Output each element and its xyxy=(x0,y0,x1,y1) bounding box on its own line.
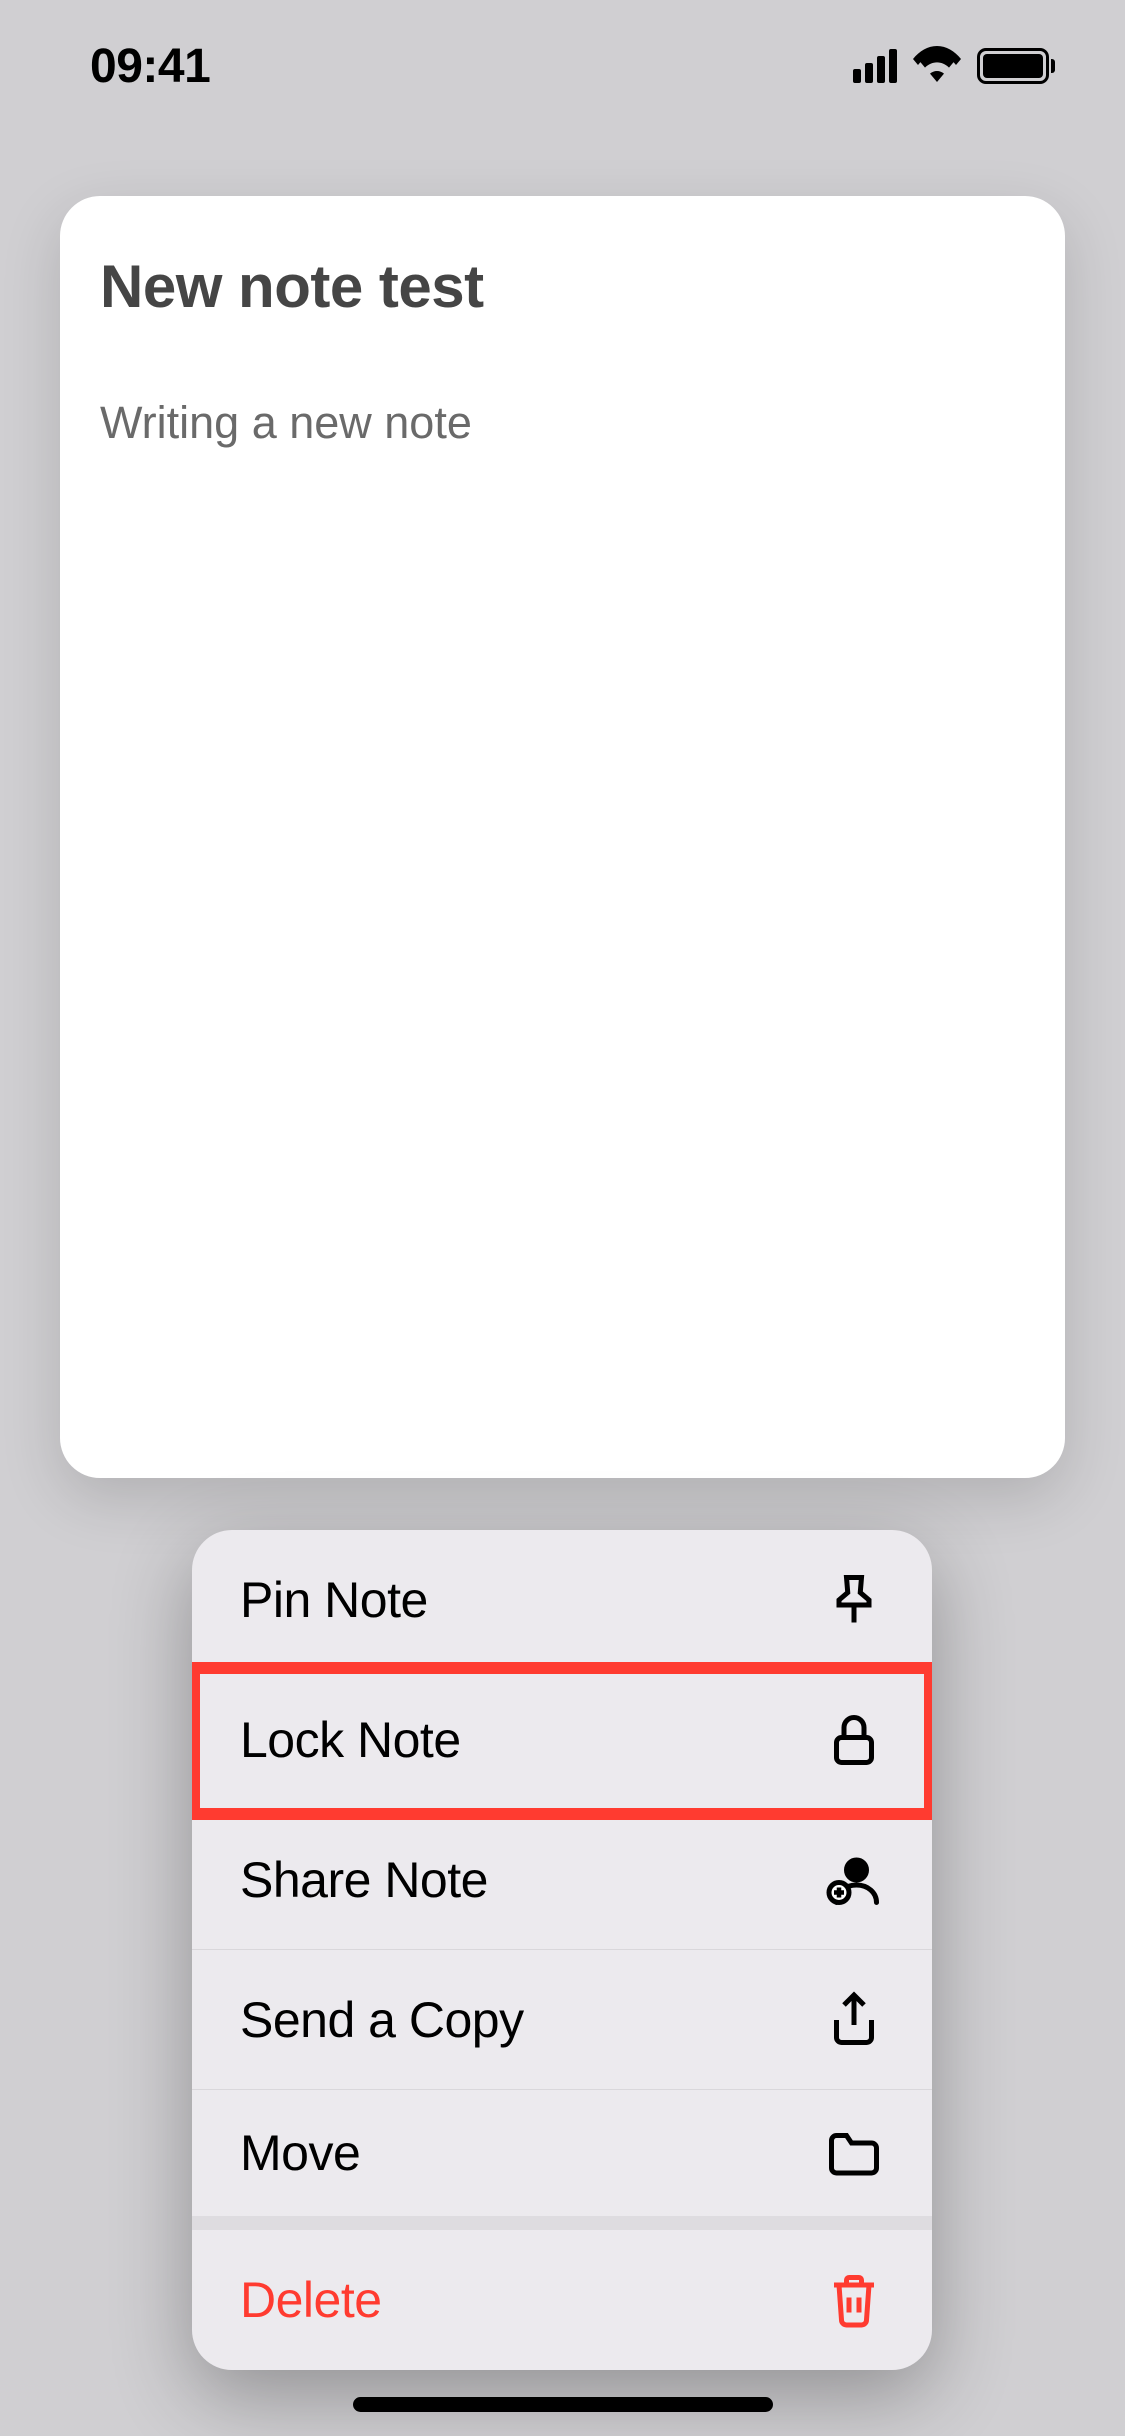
status-time: 09:41 xyxy=(90,39,210,94)
battery-icon xyxy=(977,48,1055,84)
menu-item-send-a-copy[interactable]: Send a Copy xyxy=(192,1950,932,2090)
context-menu: Pin Note Lock Note Share Note xyxy=(192,1530,932,2370)
note-title: New note test xyxy=(100,252,1025,321)
menu-item-lock-note[interactable]: Lock Note xyxy=(192,1670,932,1810)
menu-label: Send a Copy xyxy=(240,1991,524,2049)
person-add-icon xyxy=(824,1850,884,1910)
share-icon xyxy=(824,1990,884,2050)
menu-label: Delete xyxy=(240,2271,382,2329)
note-preview-card[interactable]: New note test Writing a new note xyxy=(60,196,1065,1478)
menu-item-share-note[interactable]: Share Note xyxy=(192,1810,932,1950)
home-indicator[interactable] xyxy=(353,2397,773,2412)
menu-label: Share Note xyxy=(240,1851,488,1909)
menu-label: Move xyxy=(240,2124,360,2182)
cellular-signal-icon xyxy=(853,49,897,83)
status-icons xyxy=(853,46,1055,87)
status-bar: 09:41 xyxy=(0,0,1125,132)
note-body: Writing a new note xyxy=(100,397,1025,449)
wifi-icon xyxy=(913,46,961,87)
menu-label: Pin Note xyxy=(240,1571,428,1629)
lock-icon xyxy=(824,1710,884,1770)
trash-icon xyxy=(824,2270,884,2330)
menu-label: Lock Note xyxy=(240,1711,461,1769)
menu-item-delete[interactable]: Delete xyxy=(192,2230,932,2370)
pin-icon xyxy=(824,1570,884,1630)
menu-item-pin-note[interactable]: Pin Note xyxy=(192,1530,932,1670)
menu-item-move[interactable]: Move xyxy=(192,2090,932,2230)
folder-icon xyxy=(824,2123,884,2183)
